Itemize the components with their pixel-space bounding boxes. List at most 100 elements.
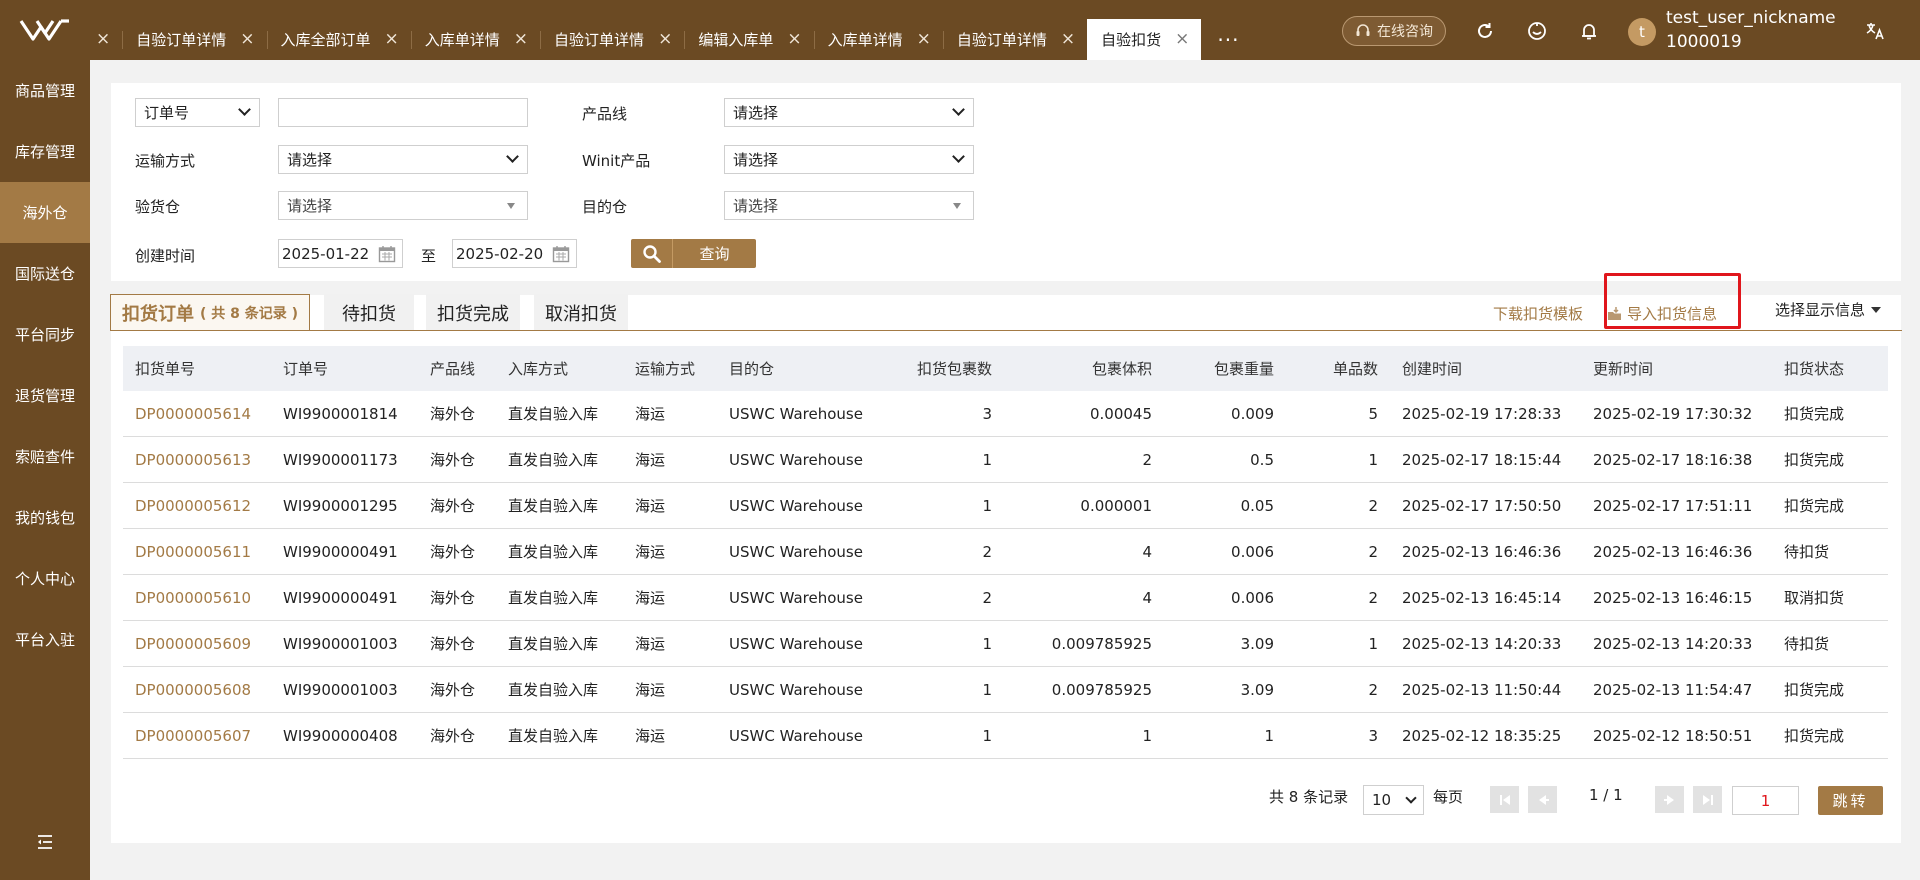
page-size-select[interactable]: 10 — [1363, 785, 1424, 815]
tab-inbound-detail[interactable]: 入库单详情 × — [410, 19, 540, 60]
winit-product-select[interactable]: 请选择 — [724, 145, 974, 174]
col-volume[interactable]: 包裹体积 — [1004, 358, 1164, 379]
cell-destination: USWC Warehouse — [729, 680, 863, 699]
column-display-select[interactable]: 选择显示信息 — [1775, 299, 1882, 320]
col-status[interactable]: 扣货状态 — [1772, 358, 1888, 379]
tab-hold-complete[interactable]: 扣货完成 — [426, 294, 520, 331]
inspect-warehouse-select[interactable]: 请选择 — [278, 191, 528, 220]
sidebar-item-returns[interactable]: 退货管理 — [0, 365, 90, 426]
cell-hold-number[interactable]: DP0000005613 — [123, 451, 271, 469]
cell-hold-number[interactable]: DP0000005612 — [123, 497, 271, 515]
next-page-icon — [1663, 794, 1674, 805]
cell-hold-number[interactable]: DP0000005614 — [123, 405, 271, 423]
sidebar-item-intl-delivery[interactable]: 国际送仓 — [0, 243, 90, 304]
sidebar-item-platform-join[interactable]: 平台入驻 — [0, 609, 90, 670]
dest-warehouse-select[interactable]: 请选择 — [724, 191, 974, 220]
cell-destination: USWC Warehouse — [729, 634, 863, 653]
calendar-icon[interactable] — [378, 245, 396, 263]
col-package-count[interactable]: 扣货包裹数 — [864, 358, 1004, 379]
col-hold-number[interactable]: 扣货单号 — [123, 358, 271, 379]
col-weight[interactable]: 包裹重量 — [1164, 358, 1286, 379]
next-page-button[interactable] — [1655, 786, 1684, 813]
tab-inbound-detail-2[interactable]: 入库单详情 × — [813, 19, 943, 60]
col-inbound-method[interactable]: 入库方式 — [496, 358, 623, 379]
tab-self-inspect-detail[interactable]: 自验订单详情 × — [122, 19, 266, 60]
close-icon[interactable]: × — [514, 31, 528, 48]
close-icon[interactable]: × — [1061, 31, 1075, 48]
cell-transport: 海运 — [635, 543, 666, 561]
close-icon[interactable]: × — [1175, 31, 1189, 48]
translate-icon[interactable] — [1864, 20, 1886, 42]
tab-partial[interactable]: × — [90, 19, 122, 60]
cell-hold-number[interactable]: DP0000005609 — [123, 635, 271, 653]
cell-destination: USWC Warehouse — [729, 588, 863, 607]
sidebar-item-overseas-warehouse[interactable]: 海外仓 — [0, 182, 90, 243]
tab-self-inspect-hold[interactable]: 自验扣货 × — [1087, 19, 1202, 60]
tab-edit-inbound[interactable]: 编辑入库单 × — [684, 19, 813, 60]
calendar-icon[interactable] — [552, 245, 570, 263]
close-icon[interactable]: × — [385, 31, 399, 48]
tab-hold-cancelled[interactable]: 取消扣货 — [534, 294, 628, 331]
collapse-menu-icon[interactable] — [35, 832, 55, 852]
more-tabs-button[interactable]: ··· — [1201, 19, 1255, 60]
avatar[interactable]: t — [1628, 18, 1656, 46]
page-number-input[interactable] — [1732, 786, 1799, 815]
col-destination[interactable]: 目的仓 — [717, 358, 864, 379]
last-page-button[interactable] — [1693, 786, 1722, 813]
query-button[interactable]: 查询 — [631, 239, 756, 268]
jump-button[interactable]: 跳转 — [1818, 786, 1883, 815]
close-icon[interactable]: × — [787, 31, 801, 48]
cell-order-number: WI9900001814 — [283, 404, 398, 423]
cell-updated: 2025-02-17 17:51:11 — [1593, 496, 1753, 515]
close-icon[interactable]: × — [917, 31, 931, 48]
cell-hold-number[interactable]: DP0000005607 — [123, 727, 271, 745]
online-consult-button[interactable]: 在线咨询 — [1342, 16, 1446, 46]
sidebar-item-inventory[interactable]: 库存管理 — [0, 121, 90, 182]
user-nickname[interactable]: test_user_nickname — [1666, 7, 1836, 30]
col-transport[interactable]: 运输方式 — [623, 358, 717, 379]
col-order-number[interactable]: 订单号 — [271, 358, 418, 379]
cell-hold-number[interactable]: DP0000005611 — [123, 543, 271, 561]
cell-product-line: 海外仓 — [430, 497, 476, 515]
bell-icon[interactable] — [1578, 20, 1600, 42]
col-updated[interactable]: 更新时间 — [1581, 358, 1772, 379]
brand-logo[interactable] — [0, 0, 90, 60]
refresh-icon[interactable] — [1474, 20, 1496, 42]
sidebar-item-platform-sync[interactable]: 平台同步 — [0, 304, 90, 365]
transport-select[interactable]: 请选择 — [278, 145, 528, 174]
download-template-link[interactable]: 下载扣货模板 — [1493, 303, 1583, 324]
cell-weight: 3.09 — [1240, 680, 1274, 699]
cell-status: 扣货完成 — [1784, 727, 1845, 745]
tab-pending-hold[interactable]: 待扣货 — [324, 294, 414, 331]
import-hold-info-link[interactable]: 导入扣货信息 — [1607, 303, 1717, 324]
order-number-input[interactable] — [278, 98, 528, 127]
col-product-line[interactable]: 产品线 — [418, 358, 496, 379]
cell-hold-number[interactable]: DP0000005610 — [123, 589, 271, 607]
close-icon[interactable]: × — [658, 31, 672, 48]
date-to-input[interactable]: 2025-02-20 — [452, 239, 577, 268]
sidebar-item-claims[interactable]: 索赔查件 — [0, 426, 90, 487]
sidebar-item-profile[interactable]: 个人中心 — [0, 548, 90, 609]
tab-self-inspect-detail-2[interactable]: 自验订单详情 × — [540, 19, 684, 60]
date-from-input[interactable]: 2025-01-22 — [278, 239, 403, 268]
tab-inbound-all-orders[interactable]: 入库全部订单 × — [266, 19, 411, 60]
sidebar-item-products[interactable]: 商品管理 — [0, 60, 90, 121]
face-icon[interactable] — [1526, 20, 1548, 42]
product-line-label: 产品线 — [582, 105, 628, 123]
sidebar-item-wallet[interactable]: 我的钱包 — [0, 487, 90, 548]
first-page-button[interactable] — [1490, 786, 1519, 813]
tab-label: 入库全部订单 — [280, 31, 371, 49]
product-line-select[interactable]: 请选择 — [724, 98, 974, 127]
close-icon[interactable]: × — [240, 31, 254, 48]
tab-self-inspect-detail-3[interactable]: 自验订单详情 × — [942, 19, 1087, 60]
cell-inbound-method: 直发自验入库 — [508, 589, 599, 607]
chevron-down-icon — [238, 103, 251, 116]
order-type-select[interactable]: 订单号 — [135, 98, 260, 127]
prev-page-button[interactable] — [1528, 786, 1557, 813]
close-icon[interactable]: × — [96, 31, 110, 48]
tab-hold-orders[interactable]: 扣货订单 ( 共 8 条记录 ) — [110, 294, 310, 331]
col-created[interactable]: 创建时间 — [1390, 358, 1581, 379]
cell-inbound-method: 直发自验入库 — [508, 497, 599, 515]
cell-hold-number[interactable]: DP0000005608 — [123, 681, 271, 699]
col-item-count[interactable]: 单品数 — [1286, 358, 1390, 379]
